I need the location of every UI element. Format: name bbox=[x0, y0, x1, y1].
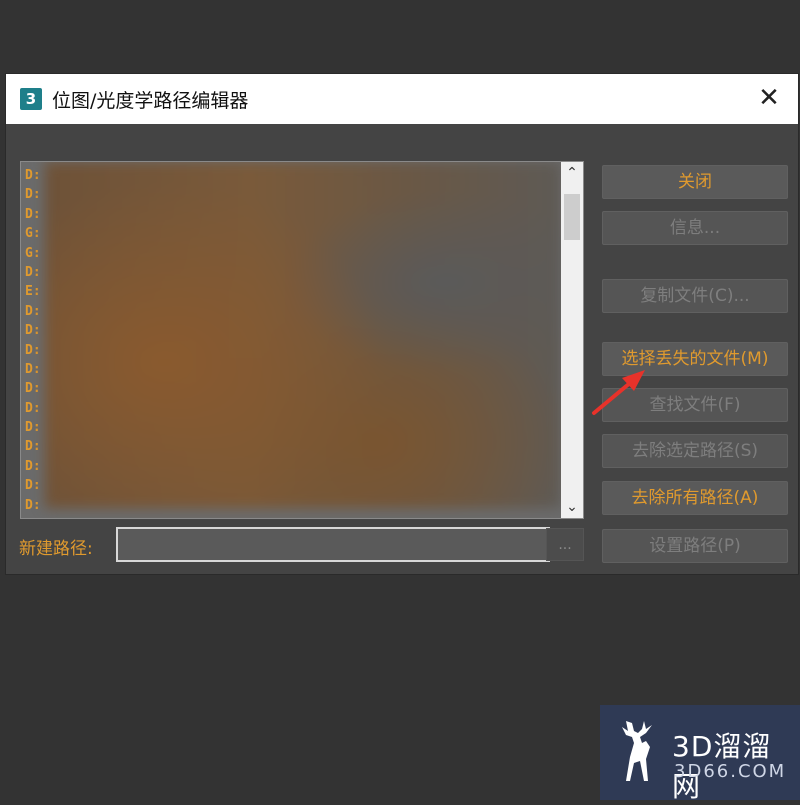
scroll-up-icon[interactable]: ⌃ bbox=[561, 162, 583, 184]
file-path-row[interactable]: D: bbox=[25, 321, 41, 340]
set-path-button[interactable]: 设置路径(P) bbox=[602, 529, 788, 563]
file-path-row[interactable]: D: bbox=[25, 457, 41, 476]
app-icon: 3 bbox=[20, 88, 42, 110]
strip-all-paths-button[interactable]: 去除所有路径(A) bbox=[602, 481, 788, 515]
file-path-row[interactable]: G: bbox=[25, 224, 41, 243]
file-path-row[interactable]: D: bbox=[25, 476, 41, 495]
close-icon[interactable]: ✕ bbox=[754, 83, 784, 113]
bitmap-path-editor-dialog: 3 位图/光度学路径编辑器 ✕ D: D: D: G: G: D: E: D: D: D: D: D:… bbox=[6, 74, 798, 574]
title-bar[interactable]: 3 位图/光度学路径编辑器 ✕ bbox=[6, 74, 798, 124]
scroll-down-icon[interactable]: ⌄ bbox=[561, 496, 583, 518]
window-title: 位图/光度学路径编辑器 bbox=[52, 89, 249, 112]
watermark-logo: 3D溜溜网 3D66.COM bbox=[600, 705, 800, 803]
close-button[interactable]: 关闭 bbox=[602, 165, 788, 199]
file-path-row[interactable]: D: bbox=[25, 166, 41, 185]
file-path-row[interactable]: D: bbox=[25, 302, 41, 321]
new-path-label: 新建路径: bbox=[19, 539, 93, 559]
file-path-row[interactable]: D: bbox=[25, 205, 41, 224]
new-path-input[interactable] bbox=[116, 527, 550, 562]
file-path-row[interactable]: E: bbox=[25, 282, 41, 301]
file-path-row[interactable]: D: bbox=[25, 437, 41, 456]
vertical-scrollbar[interactable]: ⌃ ⌄ bbox=[561, 162, 583, 518]
deer-icon bbox=[622, 721, 652, 781]
scroll-thumb[interactable] bbox=[564, 194, 580, 240]
file-path-row[interactable]: D: bbox=[25, 496, 41, 515]
file-path-row[interactable]: D: bbox=[25, 360, 41, 379]
info-button[interactable]: 信息... bbox=[602, 211, 788, 245]
select-missing-files-button[interactable]: 选择丢失的文件(M) bbox=[602, 342, 788, 376]
browse-button[interactable]: ... bbox=[546, 528, 584, 561]
find-files-button[interactable]: 查找文件(F) bbox=[602, 388, 788, 422]
file-path-list[interactable]: D: D: D: G: G: D: E: D: D: D: D: D: D: D: D: D: D: D: ⌃ ⌄ bbox=[20, 161, 584, 519]
file-path-row[interactable]: D: bbox=[25, 399, 41, 418]
watermark-domain: 3D66.COM bbox=[674, 761, 787, 782]
file-path-lines: D: D: D: G: G: D: E: D: D: D: D: D: D: D: D: D: D: D: bbox=[25, 166, 41, 515]
strip-selected-paths-button[interactable]: 去除选定路径(S) bbox=[602, 434, 788, 468]
file-path-row[interactable]: G: bbox=[25, 244, 41, 263]
copy-files-button[interactable]: 复制文件(C)... bbox=[602, 279, 788, 313]
file-path-row[interactable]: D: bbox=[25, 263, 41, 282]
file-path-row[interactable]: D: bbox=[25, 185, 41, 204]
file-path-row[interactable]: D: bbox=[25, 341, 41, 360]
file-path-row[interactable]: D: bbox=[25, 379, 41, 398]
file-path-row[interactable]: D: bbox=[25, 418, 41, 437]
blurred-content bbox=[45, 162, 561, 508]
